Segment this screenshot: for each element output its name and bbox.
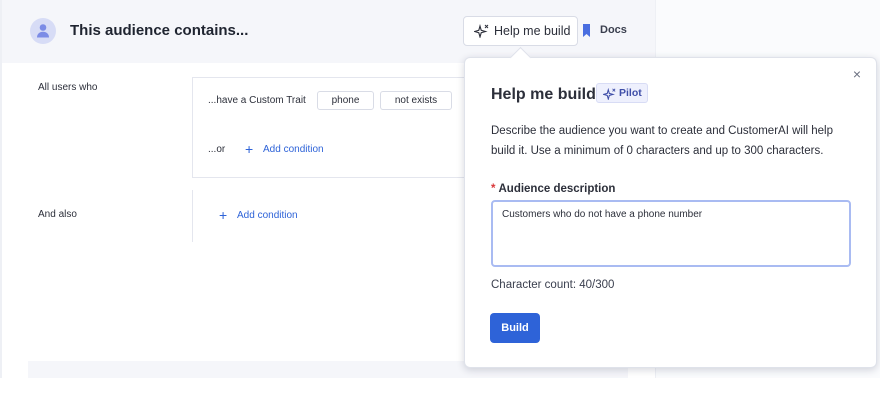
or-label: ...or: [208, 144, 226, 155]
plus-icon: +: [245, 141, 254, 157]
plus-icon: +: [219, 207, 228, 223]
rule-label-and-also: And also: [38, 209, 77, 220]
pilot-badge: Pilot: [596, 83, 648, 103]
docs-label: Docs: [600, 24, 627, 36]
audience-builder-screen: This audience contains... Help me build …: [0, 0, 880, 413]
pilot-badge-label: Pilot: [619, 87, 642, 99]
audience-description-input[interactable]: Customers who do not have a phone number: [491, 200, 851, 267]
operator-select[interactable]: not exists: [380, 91, 452, 110]
popover-title: Help me build: [491, 86, 596, 103]
character-count: Character count: 40/300: [491, 279, 615, 291]
add-condition-label: Add condition: [237, 210, 298, 221]
add-condition-label: Add condition: [263, 144, 324, 155]
sparkle-icon: [472, 23, 490, 43]
and-also-divider: [192, 190, 193, 242]
page-title: This audience contains...: [70, 22, 249, 39]
required-marker: *: [491, 183, 496, 195]
user-avatar-icon: [30, 18, 56, 44]
rule-label-all-users: All users who: [38, 82, 98, 93]
bookmark-icon: [582, 24, 591, 42]
build-button[interactable]: Build: [490, 313, 540, 343]
field-label-text: Audience description: [498, 183, 616, 195]
help-me-build-label: Help me build: [494, 24, 571, 38]
audience-description-label: * Audience description: [491, 183, 615, 195]
popover-description: Describe the audience you want to create…: [491, 125, 833, 157]
close-icon[interactable]: ×: [850, 67, 864, 81]
help-me-build-button[interactable]: Help me build: [463, 16, 578, 46]
condition-prefix: ...have a Custom Trait: [208, 95, 306, 106]
trait-select[interactable]: phone: [317, 91, 374, 110]
sparkle-icon: [601, 87, 617, 105]
